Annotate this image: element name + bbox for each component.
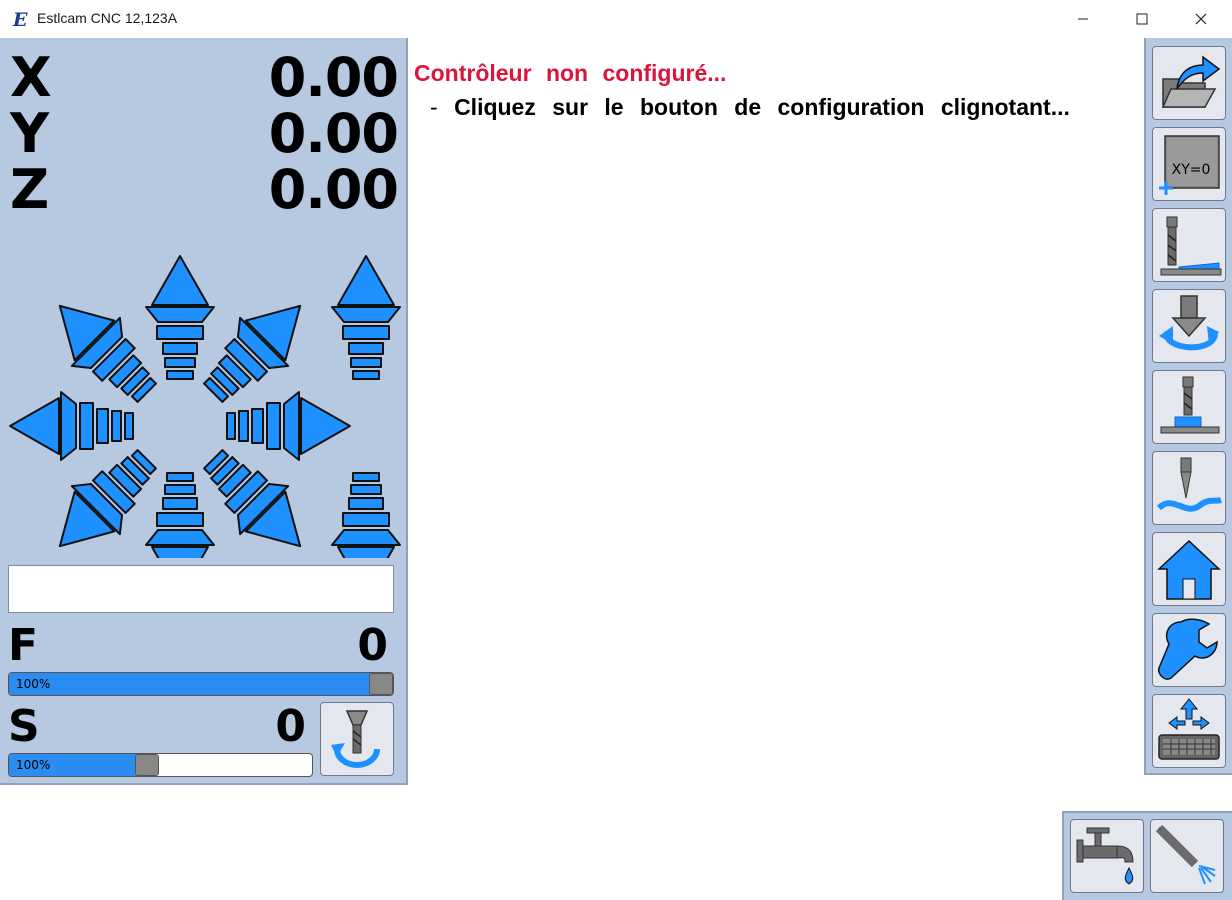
jog-y-minus-button[interactable]	[145, 472, 215, 558]
feed-override-fill	[9, 673, 381, 695]
settings-wrench-icon	[1157, 618, 1218, 680]
jog-x-minus-y-plus-button[interactable]	[34, 280, 172, 418]
estlcam-logo-icon: E	[12, 9, 28, 29]
right-toolbar: XY=0	[1144, 38, 1232, 775]
jog-control	[9, 255, 401, 558]
set-zero-xy-label: XY=0	[1172, 162, 1211, 178]
close-button[interactable]	[1178, 0, 1224, 38]
open-file-button[interactable]	[1152, 46, 1226, 120]
tool-length-probe-button[interactable]	[1152, 208, 1226, 282]
spindle-override-thumb[interactable]	[134, 754, 159, 776]
jog-panel: X 0.00 Y 0.00 Z 0.00 F 0 100% S 0 100%	[0, 38, 408, 785]
spindle-rotate-icon	[331, 710, 380, 768]
svg-text:E: E	[12, 9, 28, 29]
feed-label: F	[8, 620, 39, 671]
y-axis-value: 0.00	[268, 102, 399, 165]
feed-override-slider[interactable]: 100%	[8, 672, 394, 696]
coolant-button[interactable]	[1070, 819, 1144, 893]
spindle-override-value: 100%	[16, 758, 51, 772]
home-icon	[1157, 539, 1221, 600]
tool-change-button[interactable]	[1152, 289, 1226, 363]
minimize-button[interactable]	[1060, 0, 1106, 38]
jog-z-minus-button[interactable]	[331, 472, 401, 558]
workpiece-probe-button[interactable]	[1152, 370, 1226, 444]
spindle-label: S	[8, 701, 40, 752]
workpiece-probe-icon	[1160, 376, 1220, 434]
tool-change-icon	[1159, 295, 1219, 351]
status-box	[8, 565, 394, 613]
controller-status-hint: - Cliquez sur le bouton de configuration…	[430, 94, 1070, 121]
hint-text: Cliquez sur le bouton de configuration c…	[454, 94, 1070, 120]
jog-y-plus-button[interactable]	[145, 255, 215, 380]
spindle-toggle-button[interactable]	[320, 702, 394, 776]
maximize-icon	[1136, 13, 1148, 25]
jog-xy-plus-plus-button[interactable]	[188, 280, 326, 418]
tool-length-probe-icon	[1160, 216, 1222, 276]
window-title: Estlcam CNC 12,123A	[37, 10, 178, 26]
maximize-button[interactable]	[1119, 0, 1165, 38]
feed-override-thumb[interactable]	[369, 673, 393, 695]
x-axis-value: 0.00	[268, 46, 399, 109]
set-zero-xy-icon: XY=0	[1159, 135, 1220, 195]
spindle-override-slider[interactable]: 100%	[8, 753, 313, 777]
close-icon	[1195, 13, 1207, 25]
keyboard-jog-icon	[1158, 698, 1220, 760]
feed-value: 0	[357, 620, 388, 671]
x-axis-label: X	[10, 46, 52, 109]
coolant-toolbar	[1062, 811, 1232, 900]
mist-spray-icon	[1155, 824, 1216, 885]
y-axis-label: Y	[10, 102, 50, 165]
surface-scan-button[interactable]	[1152, 451, 1226, 525]
set-zero-xy-button[interactable]: XY=0	[1152, 127, 1226, 201]
mist-button[interactable]	[1150, 819, 1224, 893]
settings-button[interactable]	[1152, 613, 1226, 687]
keyboard-jog-button[interactable]	[1152, 694, 1226, 768]
jog-x-minus-button[interactable]	[9, 391, 134, 461]
title-bar: E Estlcam CNC 12,123A	[0, 0, 1232, 38]
coolant-tap-icon	[1076, 827, 1134, 885]
jog-z-plus-button[interactable]	[331, 255, 401, 380]
spindle-value: 0	[275, 701, 306, 752]
jog-x-plus-button[interactable]	[226, 391, 351, 461]
controller-status-title: Contrôleur non configuré...	[414, 60, 727, 86]
open-folder-icon	[1161, 55, 1221, 108]
home-button[interactable]	[1152, 532, 1226, 606]
hint-dash: -	[430, 94, 438, 120]
z-axis-value: 0.00	[268, 158, 399, 221]
surface-scan-icon	[1156, 457, 1222, 512]
minimize-icon	[1078, 18, 1088, 20]
feed-override-value: 100%	[16, 677, 51, 691]
z-axis-label: Z	[10, 158, 50, 221]
